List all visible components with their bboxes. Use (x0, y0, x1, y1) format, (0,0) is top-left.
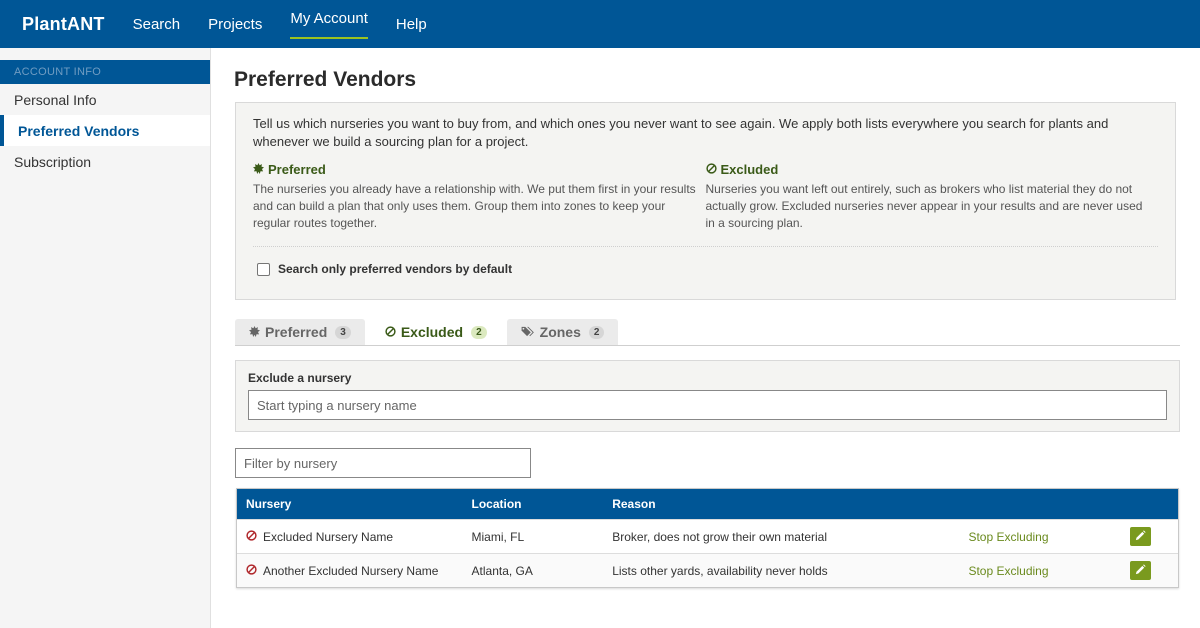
exclude-nursery-label: Exclude a nursery (248, 371, 352, 385)
filter-nursery-input[interactable] (235, 448, 531, 478)
header-location[interactable]: Location (472, 497, 613, 511)
table-row: Another Excluded Nursery Name Atlanta, G… (237, 553, 1178, 587)
preferred-description: Preferred The nurseries you already have… (253, 162, 706, 232)
header-reason[interactable]: Reason (612, 497, 968, 511)
pencil-icon (1135, 529, 1146, 544)
excluded-description: Excluded Nurseries you want left out ent… (706, 162, 1159, 232)
ban-icon (385, 324, 396, 340)
stop-excluding-link[interactable]: Stop Excluding (968, 530, 1130, 544)
nursery-name: Another Excluded Nursery Name (263, 563, 439, 578)
info-box: Tell us which nurseries you want to buy … (235, 102, 1176, 300)
excluded-text: Nurseries you want left out entirely, su… (705, 182, 1143, 230)
nav-help[interactable]: Help (396, 0, 427, 48)
tab-zones-label: Zones (539, 324, 581, 340)
nursery-location: Miami, FL (471, 529, 525, 544)
stop-excluding-link[interactable]: Stop Excluding (968, 564, 1130, 578)
preferred-default-label[interactable]: Search only preferred vendors by default (278, 262, 512, 276)
nav-search[interactable]: Search (133, 0, 181, 48)
sidebar-item-subscription[interactable]: Subscription (0, 146, 210, 177)
tags-icon (521, 324, 535, 340)
tab-zones-count: 2 (588, 325, 605, 339)
sidebar-item-personal-info[interactable]: Personal Info (0, 84, 210, 115)
tab-excluded-count: 2 (471, 325, 487, 339)
ban-icon (246, 529, 257, 544)
top-nav: PlantANT Search Projects My Account Help (0, 0, 1200, 48)
nav-projects[interactable]: Projects (208, 0, 262, 48)
edit-button[interactable] (1130, 561, 1152, 580)
tab-preferred-label: Preferred (265, 324, 328, 340)
tab-preferred-count: 3 (335, 325, 351, 339)
exclude-nursery-input[interactable] (248, 390, 1167, 420)
sidebar-header: ACCOUNT INFO (0, 60, 210, 84)
main-content: Preferred Vendors Tell us which nurserie… (234, 48, 1180, 588)
preferred-title: Preferred (268, 162, 326, 177)
star-burst-icon (253, 162, 264, 177)
pencil-icon (1135, 563, 1146, 578)
edit-button[interactable] (1130, 527, 1152, 546)
page-title: Preferred Vendors (234, 68, 417, 91)
sidebar: ACCOUNT INFO Personal Info Preferred Ven… (0, 48, 211, 628)
tab-preferred[interactable]: Preferred 3 (235, 319, 365, 345)
excluded-table: Nursery Location Reason Excluded Nursery… (236, 488, 1179, 588)
star-burst-icon (249, 324, 260, 340)
table-row: Excluded Nursery Name Miami, FL Broker, … (237, 519, 1178, 553)
exclude-nursery-box: Exclude a nursery (235, 360, 1180, 432)
ban-icon (705, 162, 717, 177)
nursery-name: Excluded Nursery Name (263, 529, 394, 544)
preferred-default-checkbox[interactable] (257, 262, 270, 276)
exclude-reason: Lists other yards, availability never ho… (612, 563, 828, 578)
tab-excluded-label: Excluded (400, 324, 464, 340)
tab-zones[interactable]: Zones 2 (506, 319, 619, 345)
tab-excluded[interactable]: Excluded 2 (370, 319, 501, 345)
excluded-title: Excluded (720, 162, 779, 177)
brand-logo[interactable]: PlantANT (22, 14, 105, 35)
preferred-text: The nurseries you already have a relatio… (253, 182, 696, 230)
nav-my-account[interactable]: My Account (290, 0, 368, 48)
exclude-reason: Broker, does not grow their own material (612, 529, 827, 544)
header-nursery[interactable]: Nursery (237, 497, 472, 511)
nursery-location: Atlanta, GA (471, 563, 533, 578)
table-header: Nursery Location Reason (237, 489, 1178, 519)
sidebar-item-preferred-vendors[interactable]: Preferred Vendors (0, 115, 210, 146)
ban-icon (246, 563, 257, 578)
divider (253, 246, 1158, 247)
vendor-tabs: Preferred 3 Excluded 2 Zones 2 (235, 319, 1180, 346)
intro-text: Tell us which nurseries you want to buy … (253, 116, 1109, 149)
